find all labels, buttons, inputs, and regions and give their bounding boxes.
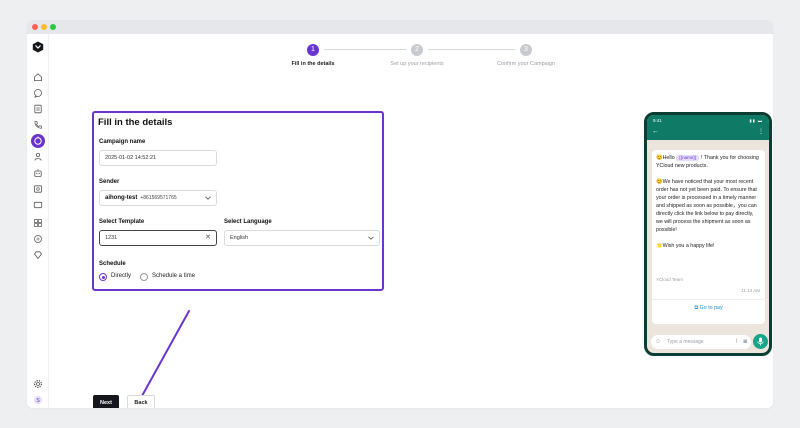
step-3-label: Confirm your Campaign xyxy=(496,61,556,67)
sidebar: S xyxy=(27,34,49,408)
phone-icon[interactable] xyxy=(33,120,43,130)
next-button[interactable]: Next xyxy=(93,395,119,408)
campaign-icon[interactable] xyxy=(31,134,45,148)
bot-icon[interactable] xyxy=(33,168,43,178)
stepper: 1 2 3 Fill in the details Set up your re… xyxy=(49,42,773,82)
schedule-label: Schedule xyxy=(99,261,126,267)
chat-icon[interactable] xyxy=(33,88,43,98)
step-2-indicator: 2 xyxy=(411,44,423,56)
step-connector xyxy=(428,49,515,50)
back-arrow-icon: ← xyxy=(652,128,659,135)
maximize-window-button[interactable] xyxy=(50,24,56,30)
title-bar xyxy=(27,20,773,34)
template-value: 1231 xyxy=(105,235,118,241)
mic-icon xyxy=(753,334,768,349)
back-button[interactable]: Back xyxy=(127,395,155,408)
message-signature: YCloud Team xyxy=(656,277,683,282)
camera-icon: ◙ xyxy=(743,339,747,345)
inbox-icon[interactable] xyxy=(33,184,43,194)
sender-phone: +861569571765 xyxy=(140,195,177,201)
go-to-pay-button[interactable]: ⧉ Go to pay xyxy=(652,304,765,312)
step-1-indicator: 1 xyxy=(307,44,319,56)
attach-icon: ⌇ xyxy=(735,339,738,345)
message-input: ☺ Type a message ⌇ ◙ xyxy=(651,335,751,349)
close-window-button[interactable] xyxy=(32,24,38,30)
sender-name: aihong-test xyxy=(105,195,138,201)
name-variable-chip: {{name}} xyxy=(676,155,700,161)
bubble-divider xyxy=(652,299,765,300)
schedule-time-label[interactable]: Schedule a time xyxy=(152,273,195,279)
template-label: Select Template xyxy=(99,219,145,225)
schedule-time-radio[interactable] xyxy=(140,273,148,281)
language-select[interactable]: English xyxy=(224,230,380,246)
settings-circle-icon[interactable] xyxy=(33,234,43,244)
chevron-down-icon xyxy=(205,196,211,200)
logo-icon[interactable] xyxy=(32,41,44,53)
apps-icon[interactable] xyxy=(33,218,43,228)
clear-icon[interactable]: ✕ xyxy=(205,231,211,245)
step-connector xyxy=(324,49,406,50)
external-link-icon: ⧉ xyxy=(694,305,699,311)
greeting-text: 😊Hello xyxy=(656,155,675,161)
step-3-indicator: 3 xyxy=(520,44,532,56)
minimize-window-button[interactable] xyxy=(41,24,47,30)
annotation-arrow xyxy=(132,310,190,408)
diamond-icon[interactable] xyxy=(33,250,43,260)
more-vertical-icon: ⋮ xyxy=(758,129,764,135)
language-label: Select Language xyxy=(224,219,272,225)
mail-icon[interactable] xyxy=(33,200,43,210)
go-to-pay-label: Go to pay xyxy=(699,305,723,311)
form-title: Fill in the details xyxy=(98,117,173,128)
app-window: S 1 2 3 Fill in the details Set up your … xyxy=(27,20,773,408)
message-body: 😊We have noticed that your most recent o… xyxy=(656,179,757,233)
campaign-name-label: Campaign name xyxy=(99,139,146,145)
message-greeting: 😊Hello {{name}} ! Thank you for choosing… xyxy=(656,154,761,170)
schedule-directly-label[interactable]: Directly xyxy=(111,273,131,279)
chevron-down-icon xyxy=(368,236,374,240)
schedule-directly-radio[interactable] xyxy=(99,273,107,281)
sender-label: Sender xyxy=(99,179,120,185)
message-input-placeholder: Type a message xyxy=(667,339,704,345)
home-icon[interactable] xyxy=(33,72,43,82)
emoji-icon: ☺ xyxy=(655,339,662,345)
sender-select[interactable]: aihong-test +861569571765 xyxy=(99,190,217,206)
signal-battery-icon: ▮▮ ▬ xyxy=(749,118,763,123)
step-1-label: Fill in the details xyxy=(291,61,335,67)
message-time: 11:14 AM xyxy=(741,288,760,293)
gear-icon[interactable] xyxy=(33,379,43,389)
phone-time: 9:41 xyxy=(653,118,662,123)
whatsapp-preview: 9:41 ▮▮ ▬ ← ⋮ 😊Hello {{name}} ! Thank yo… xyxy=(644,112,772,356)
contacts-icon[interactable] xyxy=(33,104,43,114)
step-2-label: Set up your recipients xyxy=(390,61,444,67)
avatar-icon[interactable]: S xyxy=(33,395,43,405)
language-value: English xyxy=(230,235,249,241)
chat-header: 9:41 ▮▮ ▬ ← ⋮ xyxy=(647,115,769,140)
details-form: Fill in the details Campaign name 2025-0… xyxy=(92,111,384,291)
message-closing: 🌟Wish you a happy life! xyxy=(656,243,715,249)
message-bubble: 😊Hello {{name}} ! Thank you for choosing… xyxy=(652,150,765,324)
template-select[interactable]: 1231 ✕ xyxy=(99,230,217,246)
users-icon[interactable] xyxy=(33,152,43,162)
campaign-name-input[interactable]: 2025-01-02 14:52:21 xyxy=(99,150,217,166)
campaign-name-value: 2025-01-02 14:52:21 xyxy=(105,155,157,161)
main-content: 1 2 3 Fill in the details Set up your re… xyxy=(49,34,773,408)
